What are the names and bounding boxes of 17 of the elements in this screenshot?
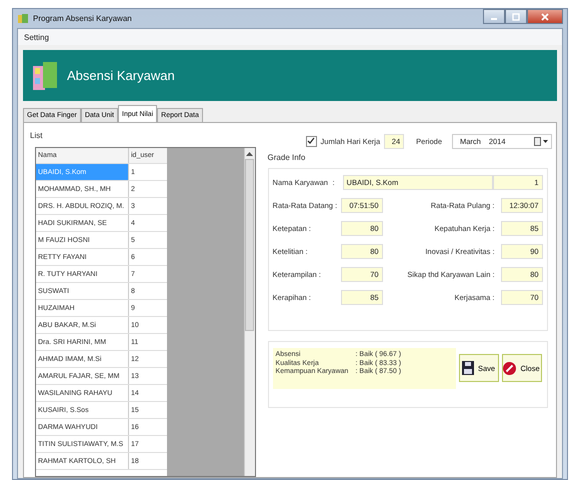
group-title: List bbox=[30, 131, 44, 140]
close-icon bbox=[541, 12, 549, 20]
app-icon bbox=[17, 12, 29, 24]
close-button[interactable] bbox=[527, 9, 563, 24]
group-title: Grade Info bbox=[268, 153, 306, 162]
scrollbar[interactable] bbox=[244, 148, 255, 476]
scroll-up-icon bbox=[246, 151, 254, 156]
minimize-button[interactable] bbox=[483, 9, 505, 24]
maximize-button[interactable] bbox=[505, 9, 527, 24]
menu-item[interactable]: Setting bbox=[24, 32, 49, 42]
window-title: Program Absensi Karyawan bbox=[33, 14, 132, 23]
stop-icon bbox=[503, 362, 516, 375]
checkbox[interactable] bbox=[306, 136, 317, 146]
logo-icon bbox=[31, 60, 59, 92]
maximize-icon bbox=[512, 12, 520, 20]
banner-title: Absensi Karyawan bbox=[67, 68, 175, 83]
dropdown-icon bbox=[534, 136, 548, 146]
